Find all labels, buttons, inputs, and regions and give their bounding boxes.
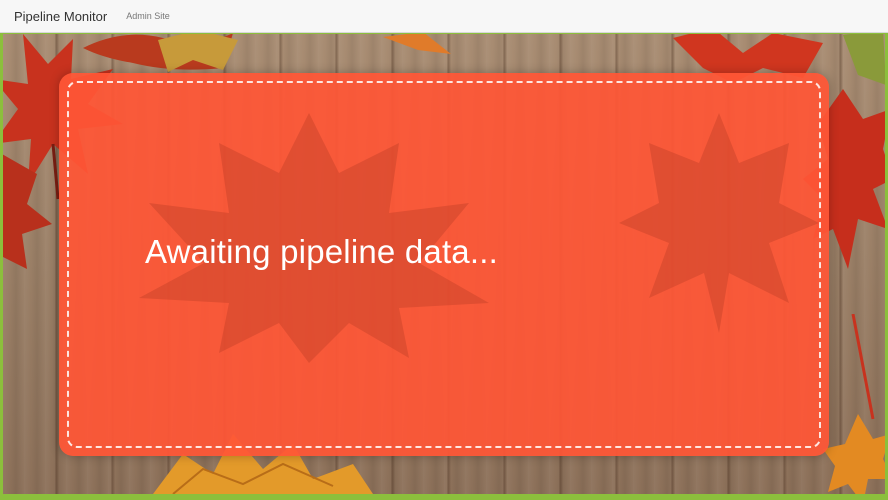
- maple-leaf-decoration: [158, 34, 238, 72]
- brand-link[interactable]: Pipeline Monitor: [14, 9, 107, 24]
- maple-leaf-decoration: [851, 314, 875, 420]
- page: Pipeline Monitor Admin Site Awaiting pip…: [0, 0, 888, 500]
- maple-leaf-decoration: [3, 154, 52, 269]
- top-navbar: Pipeline Monitor Admin Site: [0, 0, 888, 33]
- status-card: Awaiting pipeline data...: [59, 73, 829, 456]
- maple-leaf-decoration: [383, 34, 451, 54]
- maple-leaf-decoration: [843, 34, 885, 85]
- maple-leaf-decoration: [823, 414, 885, 494]
- admin-site-link[interactable]: Admin Site: [126, 11, 170, 21]
- status-message: Awaiting pipeline data...: [145, 233, 498, 270]
